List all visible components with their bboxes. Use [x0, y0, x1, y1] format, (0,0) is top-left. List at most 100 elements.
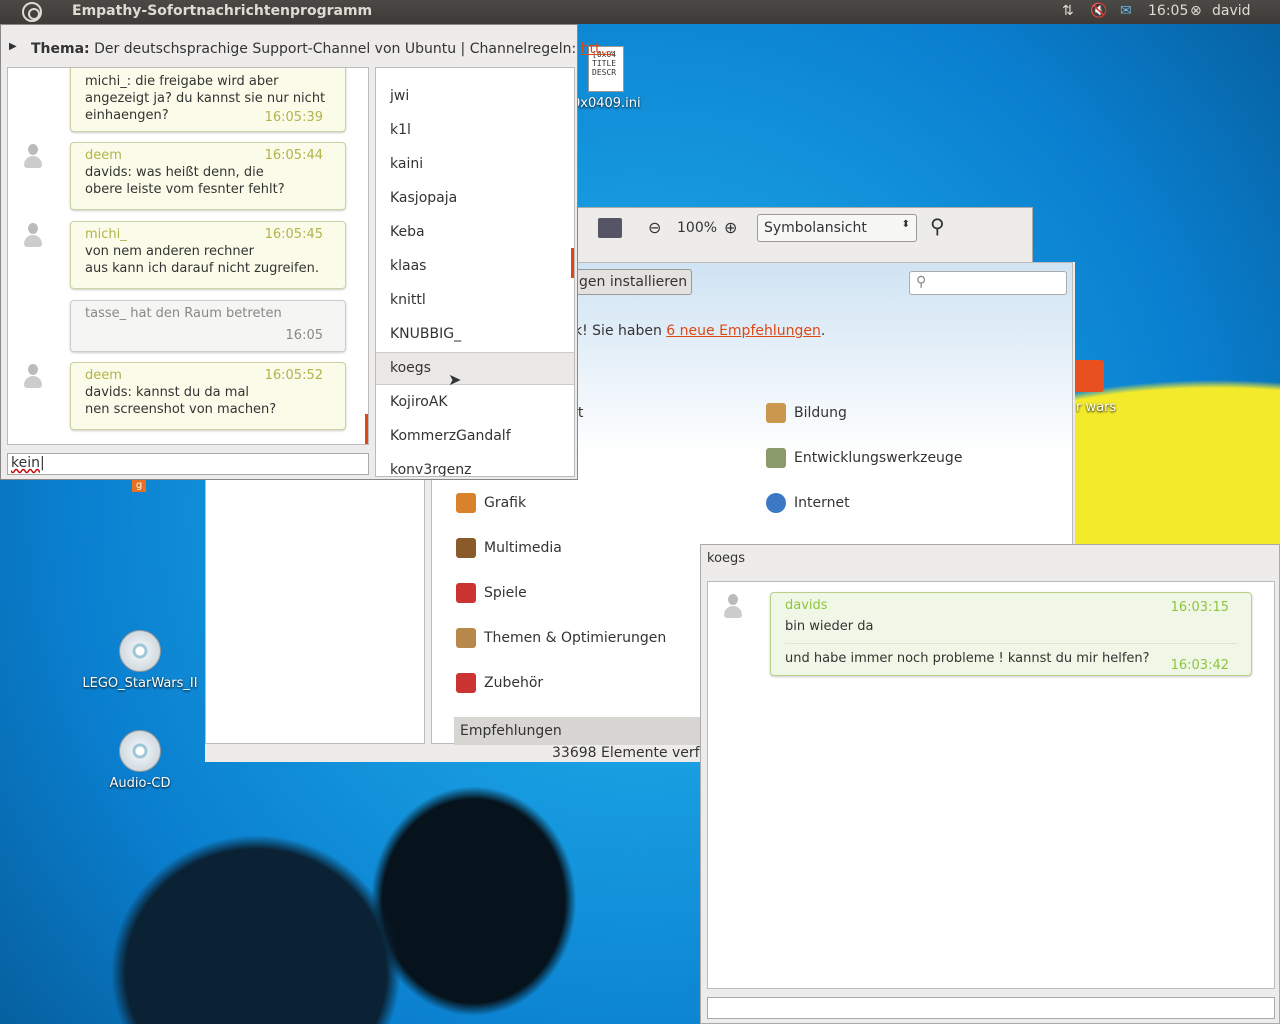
member-item[interactable]: k1l — [390, 122, 411, 138]
zoom-in-icon[interactable]: ⊕ — [724, 218, 737, 237]
message-text: bin wieder da — [785, 619, 874, 634]
member-item[interactable]: KNUBBIG_ — [390, 326, 461, 342]
member-item[interactable]: KojiroAK — [390, 394, 448, 410]
category-grafik[interactable]: Grafik — [456, 493, 526, 513]
top-panel: Empathy-Sofortnachrichtenprogramm ⇅ 🔇 ✉ … — [0, 0, 1280, 24]
category-spiele[interactable]: Spiele — [456, 583, 527, 603]
category-label: Multimedia — [484, 540, 562, 556]
mail-icon[interactable]: ✉ — [1120, 3, 1132, 19]
folder-icon[interactable] — [1070, 360, 1104, 392]
member-item[interactable]: kaini — [390, 156, 423, 172]
folder-label: r wars — [1076, 400, 1117, 415]
volume-muted-icon[interactable]: 🔇 — [1090, 3, 1107, 19]
category-internet[interactable]: Internet — [766, 493, 850, 513]
category-themen[interactable]: Themen & Optimierungen — [456, 628, 666, 648]
member-item-selected[interactable]: koegs — [390, 360, 431, 376]
network-icon[interactable]: ⇅ — [1062, 3, 1074, 19]
member-item[interactable]: klaas — [390, 258, 426, 274]
avatar — [22, 223, 44, 249]
mouse-cursor-icon: ➤ — [448, 370, 462, 389]
view-mode-select[interactable]: Symbolansicht ⬍ — [757, 214, 917, 242]
graphics-icon — [456, 493, 476, 513]
search-icon[interactable]: ⚲ — [930, 214, 945, 238]
message-time: 16:05 — [285, 328, 323, 343]
multimedia-icon — [456, 538, 476, 558]
message-nick: michi_ — [85, 227, 127, 242]
message-text: tasse_ hat den Raum betreten — [85, 306, 282, 321]
category-zubehoer[interactable]: Zubehör — [456, 673, 543, 693]
message-input[interactable]: kein| — [7, 453, 369, 475]
ubuntu-logo-icon[interactable] — [22, 2, 42, 22]
education-icon — [766, 403, 786, 423]
monitor-icon[interactable] — [598, 218, 622, 238]
category-label: Themen & Optimierungen — [484, 630, 667, 646]
games-icon — [456, 583, 476, 603]
private-message-input[interactable] — [707, 997, 1275, 1019]
avatar — [722, 594, 744, 620]
message-time: 16:05:52 — [264, 368, 323, 383]
recommend-banner: k! Sie haben 6 neue Empfehlungen. — [574, 323, 825, 339]
install-button[interactable]: gen installieren — [572, 269, 692, 295]
category-label: Grafik — [484, 495, 527, 511]
search-field-icon: ⚲ — [916, 274, 927, 290]
audio-cd[interactable]: Audio-CD — [80, 730, 200, 791]
category-entwicklung[interactable]: Entwicklungswerkzeuge — [766, 448, 962, 468]
category-label: Zubehör — [484, 675, 544, 691]
message-input-text: kein — [11, 455, 40, 471]
category-label: Bildung — [794, 405, 847, 421]
topic-link[interactable]: htt... — [581, 41, 614, 57]
message-time: 16:05:44 — [264, 148, 323, 163]
recommend-link[interactable]: 6 neue Empfehlungen — [666, 323, 821, 339]
recommend-end: . — [820, 323, 826, 339]
lego-cd[interactable]: LEGO_StarWars_II — [80, 630, 200, 691]
avatar — [22, 144, 44, 170]
member-list[interactable]: jwi k1l kaini Kasjopaja Keba klaas knitt… — [375, 67, 575, 477]
search-field[interactable]: ⚲ — [909, 271, 1067, 295]
message-nick: davids — [785, 598, 828, 613]
member-item[interactable]: KommerzGandalf — [390, 428, 511, 444]
message-nick: deem — [85, 148, 122, 163]
user-name[interactable]: david — [1212, 3, 1251, 19]
member-item[interactable]: knittl — [390, 292, 426, 308]
category-label: Spiele — [484, 585, 527, 601]
zoom-out-icon[interactable]: ⊖ — [648, 218, 661, 237]
member-item[interactable]: Kasjopaja — [390, 190, 457, 206]
scroll-indicator[interactable] — [365, 414, 368, 444]
session-icon[interactable]: ⊗ — [1190, 3, 1202, 19]
expander-icon[interactable]: ▶ — [9, 41, 17, 52]
private-chat-log[interactable]: davids 16:03:15 bin wieder da und habe im… — [707, 581, 1275, 989]
themes-icon — [456, 628, 476, 648]
system-message: tasse_ hat den Raum betreten 16:05 — [70, 300, 346, 352]
topic-label: Thema: — [31, 41, 90, 57]
ini-file-label: 0x0409.ini — [572, 96, 641, 111]
chat-log[interactable]: michi_: die freigabe wird aber angezeigt… — [7, 67, 369, 445]
topic-text: Der deutschsprachige Support-Channel von… — [94, 41, 581, 57]
message-bubble: michi_ 16:05:45 von nem anderen rechner a… — [70, 221, 346, 289]
developer-tools-icon — [766, 448, 786, 468]
message-bubble: deem 16:05:52 davids: kannst du da mal ne… — [70, 362, 346, 430]
category-label: Entwicklungswerkzeuge — [794, 450, 963, 466]
message-bubble: davids 16:03:15 bin wieder da und habe im… — [770, 592, 1252, 676]
message-time: 16:05:45 — [264, 227, 323, 242]
message-text: von nem anderen rechner aus kann ich dar… — [85, 244, 319, 276]
member-item[interactable]: Keba — [390, 224, 425, 240]
category-bildung[interactable]: Bildung — [766, 403, 847, 423]
app-badge-icon: g — [132, 480, 146, 492]
status-bar: 33698 Elemente verfüg — [552, 745, 718, 761]
message-time: 16:03:42 — [1170, 658, 1229, 673]
private-chat-window: koegs davids 16:03:15 bin wieder da und h… — [700, 544, 1280, 1024]
internet-icon — [766, 493, 786, 513]
spin-arrows-icon: ⬍ — [901, 219, 910, 230]
clock[interactable]: 16:05 — [1148, 3, 1188, 19]
private-chat-title: koegs — [707, 551, 746, 566]
category-multimedia[interactable]: Multimedia — [456, 538, 562, 558]
message-time: 16:03:15 — [1170, 600, 1229, 615]
cd-icon — [119, 630, 161, 672]
topic: Thema: Der deutschsprachige Support-Chan… — [31, 41, 614, 57]
recommendations-header[interactable]: Empfehlungen — [454, 717, 724, 745]
message-text: davids: kannst du da mal nen screenshot … — [85, 385, 277, 417]
member-scrollbar[interactable] — [571, 248, 574, 278]
audio-cd-label: Audio-CD — [109, 776, 171, 791]
member-item[interactable]: jwi — [390, 88, 409, 104]
member-item[interactable]: konv3rgenz — [390, 462, 471, 476]
